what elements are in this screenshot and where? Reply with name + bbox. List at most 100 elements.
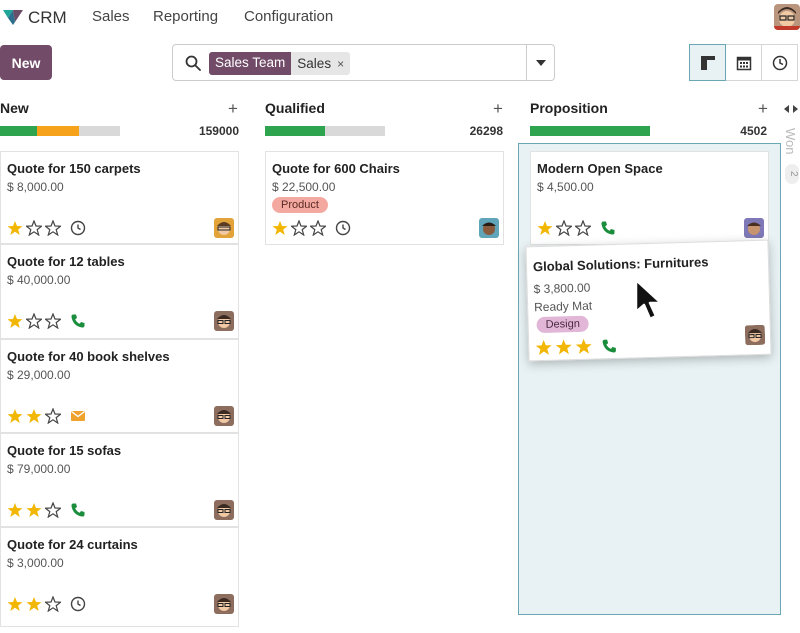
kanban-card[interactable]: Quote for 15 sofas $ 79,000.00 [0,433,239,527]
calendar-view-button[interactable] [725,44,762,81]
salesperson-avatar[interactable] [479,218,499,238]
kanban-card[interactable]: Quote for 150 carpets $ 8,000.00 [0,151,239,244]
card-footer [7,408,86,424]
clock-icon[interactable] [70,596,86,612]
star-empty-icon[interactable] [310,220,326,236]
star-filled-icon[interactable] [555,338,572,355]
phone-icon[interactable] [601,337,617,353]
card-title: Quote for 15 sofas [7,443,122,458]
kanban-card[interactable]: Quote for 40 book shelves $ 29,000.00 [0,339,239,433]
star-empty-icon[interactable] [45,313,61,329]
nav-reporting[interactable]: Reporting [153,8,218,25]
card-footer [7,502,86,518]
column-title-new[interactable]: New [0,100,29,120]
star-filled-icon[interactable] [26,408,42,424]
phone-icon[interactable] [70,313,86,329]
column-add-icon[interactable]: + [493,99,503,119]
column-progress-proposition[interactable] [530,126,650,136]
star-filled-icon[interactable] [7,313,23,329]
search-bar[interactable]: Sales Team Sales × [172,44,555,81]
tag-product[interactable]: Product [272,197,328,213]
kanban-view-button[interactable] [689,44,726,81]
card-amount: $ 22,500.00 [272,180,336,194]
star-empty-icon[interactable] [45,596,61,612]
kanban-card[interactable]: Quote for 12 tables $ 40,000.00 [0,244,239,339]
star-filled-icon[interactable] [535,339,552,356]
column-title-qualified[interactable]: Qualified [265,100,325,120]
column-total-qualified: 26298 [469,124,503,138]
star-filled-icon[interactable] [575,338,592,355]
column-total-new: 159000 [198,124,239,138]
activity-clock-icon [772,55,787,70]
card-amount: $ 8,000.00 [7,180,64,194]
column-add-icon[interactable]: + [228,99,238,119]
card-amount: $ 79,000.00 [7,462,71,476]
star-filled-icon[interactable] [7,408,23,424]
card-title: Quote for 150 carpets [7,161,141,176]
search-icon[interactable] [185,55,201,71]
column-add-icon[interactable]: + [758,99,768,119]
card-amount: $ 3,800.00 [533,280,591,297]
star-filled-icon[interactable] [7,220,23,236]
kanban-icon [700,55,715,70]
star-filled-icon[interactable] [537,220,553,236]
card-title: Modern Open Space [537,161,663,176]
envelope-icon[interactable] [70,408,86,424]
folded-column-count: 2 [785,164,799,184]
user-avatar[interactable] [774,4,800,30]
search-input[interactable] [353,53,513,73]
caret-down-icon [535,59,546,66]
kanban-card[interactable]: Quote for 24 curtains $ 3,000.00 [0,527,239,627]
card-customer: Ready Mat [533,298,593,315]
tag-design[interactable]: Design [536,315,590,334]
kanban-card[interactable]: Modern Open Space $ 4,500.00 [530,151,769,245]
salesperson-avatar[interactable] [214,218,234,238]
card-amount: $ 29,000.00 [7,368,71,382]
card-footer [272,220,351,236]
search-options-toggle[interactable] [526,45,554,80]
new-button[interactable]: New [0,45,52,80]
star-empty-icon[interactable] [556,220,572,236]
crm-logo-icon[interactable] [2,8,24,26]
facet-value-wrap: Sales × [291,52,351,75]
facet-remove-icon[interactable]: × [337,57,344,71]
salesperson-avatar[interactable] [744,218,764,238]
star-filled-icon[interactable] [26,502,42,518]
facet-key: Sales Team [209,52,292,75]
salesperson-avatar[interactable] [744,324,766,346]
app-name[interactable]: CRM [28,8,67,28]
card-footer [7,596,86,612]
view-switcher [689,44,798,81]
star-empty-icon[interactable] [575,220,591,236]
column-progress-new[interactable] [0,126,120,136]
star-empty-icon[interactable] [45,220,61,236]
salesperson-avatar[interactable] [214,311,234,331]
clock-icon[interactable] [335,220,351,236]
folded-column-title[interactable]: Won [783,128,798,155]
salesperson-avatar[interactable] [214,594,234,614]
star-filled-icon[interactable] [7,596,23,612]
calendar-icon [736,56,751,70]
nav-configuration[interactable]: Configuration [244,8,333,25]
clock-icon[interactable] [70,220,86,236]
star-empty-icon[interactable] [291,220,307,236]
nav-sales[interactable]: Sales [92,8,130,25]
star-filled-icon[interactable] [7,502,23,518]
column-progress-qualified[interactable] [265,126,385,136]
column-title-proposition[interactable]: Proposition [530,100,608,120]
activity-view-button[interactable] [761,44,798,81]
star-empty-icon[interactable] [45,408,61,424]
phone-icon[interactable] [600,220,616,236]
salesperson-avatar[interactable] [214,406,234,426]
star-empty-icon[interactable] [26,220,42,236]
card-footer [7,220,86,236]
kanban-card[interactable]: Quote for 600 Chairs $ 22,500.00 Product [265,151,504,245]
star-empty-icon[interactable] [45,502,61,518]
card-title: Quote for 12 tables [7,254,125,269]
phone-icon[interactable] [70,502,86,518]
star-filled-icon[interactable] [272,220,288,236]
star-empty-icon[interactable] [26,313,42,329]
star-filled-icon[interactable] [26,596,42,612]
salesperson-avatar[interactable] [214,500,234,520]
expand-column-icon[interactable] [784,104,798,114]
